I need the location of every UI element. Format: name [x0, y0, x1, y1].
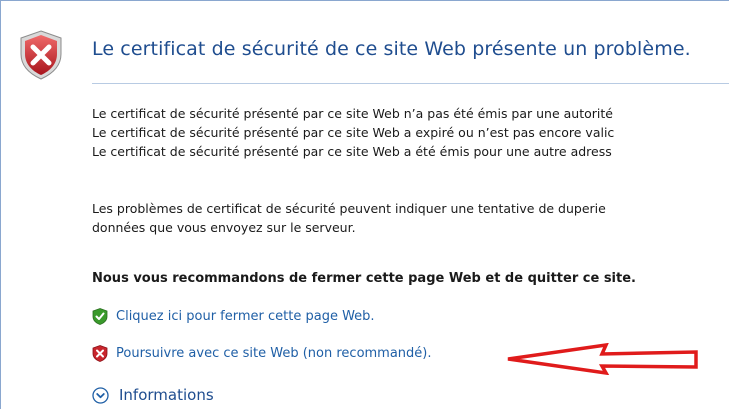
more-information-toggle[interactable]: Informations — [92, 386, 214, 404]
title-divider — [92, 83, 729, 84]
reason-address-mismatch: Le certificat de sécurité présenté par c… — [92, 144, 612, 159]
certificate-error-page: Le certificat de sécurité de ce site Web… — [0, 0, 729, 409]
continue-site-link[interactable]: Poursuivre avec ce site Web (non recomma… — [92, 345, 432, 362]
reason-expired: Le certificat de sécurité présenté par c… — [92, 125, 615, 140]
reason-untrusted-authority: Le certificat de sécurité présenté par c… — [92, 106, 613, 121]
page-title: Le certificat de sécurité de ce site Web… — [92, 38, 691, 60]
chevron-down-circle-icon — [92, 386, 109, 404]
red-arrow-icon — [507, 343, 698, 375]
reasons-list: Le certificat de sécurité présenté par c… — [92, 104, 614, 161]
shield-error-icon — [92, 345, 108, 362]
continue-site-label[interactable]: Poursuivre avec ce site Web (non recomma… — [116, 346, 432, 361]
warning-text: Les problèmes de certificat de sécurité … — [92, 199, 606, 237]
warning-line-2: données que vous envoyez sur le serveur. — [92, 220, 356, 235]
warning-line-1: Les problèmes de certificat de sécurité … — [92, 201, 606, 216]
shield-error-icon — [20, 30, 62, 80]
shield-ok-icon — [92, 308, 108, 325]
more-information-label[interactable]: Informations — [119, 386, 214, 404]
recommendation-text: Nous vous recommandons de fermer cette p… — [92, 271, 636, 286]
close-page-link[interactable]: Cliquez ici pour fermer cette page Web. — [92, 308, 375, 325]
close-page-label[interactable]: Cliquez ici pour fermer cette page Web. — [116, 309, 375, 324]
